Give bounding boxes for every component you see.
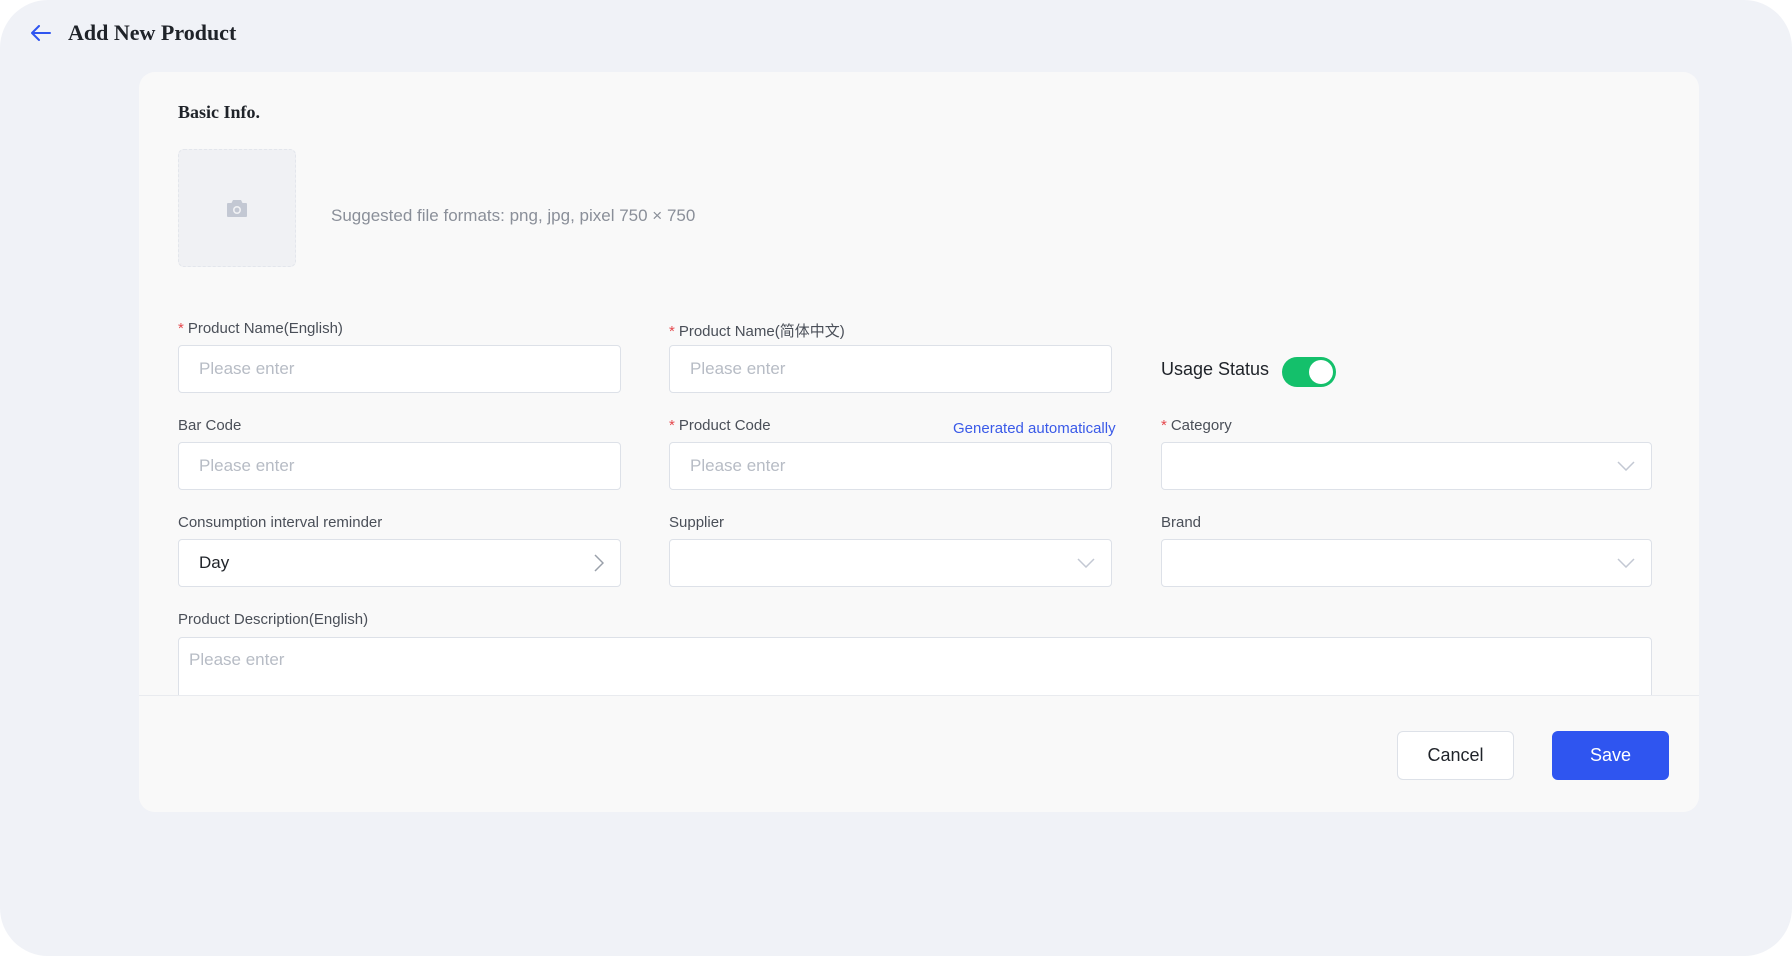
save-button[interactable]: Save xyxy=(1552,731,1669,780)
product-code-placeholder: Please enter xyxy=(690,456,786,475)
toggle-knob xyxy=(1309,360,1333,384)
bar-code-input[interactable]: Please enter xyxy=(178,442,621,490)
chevron-down-icon xyxy=(1617,461,1635,471)
chevron-down-icon xyxy=(1077,558,1095,568)
category-label: * Category xyxy=(1161,417,1232,434)
upload-hint: Suggested file formats: png, jpg, pixel … xyxy=(331,206,696,225)
product-name-zh-input[interactable]: Please enter xyxy=(669,345,1112,393)
arrow-left-icon xyxy=(31,25,51,41)
description-en-label: Product Description(English) xyxy=(178,611,369,628)
form-footer: Cancel Save xyxy=(139,695,1699,812)
product-name-zh-placeholder: Please enter xyxy=(690,359,786,378)
required-mark: * xyxy=(669,417,675,434)
consumption-interval-label: Consumption interval reminder xyxy=(178,514,383,531)
bar-code-label: Bar Code xyxy=(178,417,242,434)
chevron-right-icon xyxy=(594,554,604,572)
product-code-input[interactable]: Please enter xyxy=(669,442,1112,490)
supplier-label: Supplier xyxy=(669,514,725,531)
product-name-en-input[interactable]: Please enter xyxy=(178,345,621,393)
required-mark: * xyxy=(669,323,675,340)
product-name-en-placeholder: Please enter xyxy=(199,359,295,378)
chevron-down-icon xyxy=(1617,558,1635,568)
bar-code-placeholder: Please enter xyxy=(199,456,295,475)
usage-status-label: Usage Status xyxy=(1161,359,1270,379)
product-code-label: * Product Code xyxy=(669,417,771,434)
page-title: Add New Product xyxy=(68,20,237,45)
section-title: Basic Info. xyxy=(178,102,261,122)
app-window: Add New Product Basic Info. Suggested fi… xyxy=(0,0,1792,956)
brand-select[interactable] xyxy=(1161,539,1652,587)
generate-code-link[interactable]: Generated automatically xyxy=(953,420,1116,437)
required-mark: * xyxy=(1161,417,1167,434)
category-select[interactable] xyxy=(1161,442,1652,490)
consumption-interval-picker[interactable]: Day xyxy=(178,539,621,587)
product-name-en-label: * Product Name(English) xyxy=(178,320,343,337)
camera-icon xyxy=(227,200,247,217)
product-name-en-label-text: Product Name(English) xyxy=(187,320,343,337)
category-label-text: Category xyxy=(1170,417,1232,434)
back-button[interactable] xyxy=(30,22,52,44)
product-code-label-text: Product Code xyxy=(678,417,771,434)
supplier-select[interactable] xyxy=(669,539,1112,587)
description-en-placeholder: Please enter xyxy=(189,650,285,669)
image-upload[interactable] xyxy=(178,149,296,267)
page-header: Add New Product xyxy=(30,18,236,48)
product-form-card: Basic Info. Suggested file formats: png,… xyxy=(139,72,1699,812)
product-name-zh-label-text: Product Name(简体中文) xyxy=(678,323,845,340)
brand-label: Brand xyxy=(1161,514,1202,531)
product-name-zh-label: * Product Name(简体中文) xyxy=(669,320,845,341)
cancel-button[interactable]: Cancel xyxy=(1397,731,1514,780)
usage-status-toggle[interactable] xyxy=(1282,357,1336,387)
consumption-interval-value: Day xyxy=(199,553,230,572)
required-mark: * xyxy=(178,320,184,337)
